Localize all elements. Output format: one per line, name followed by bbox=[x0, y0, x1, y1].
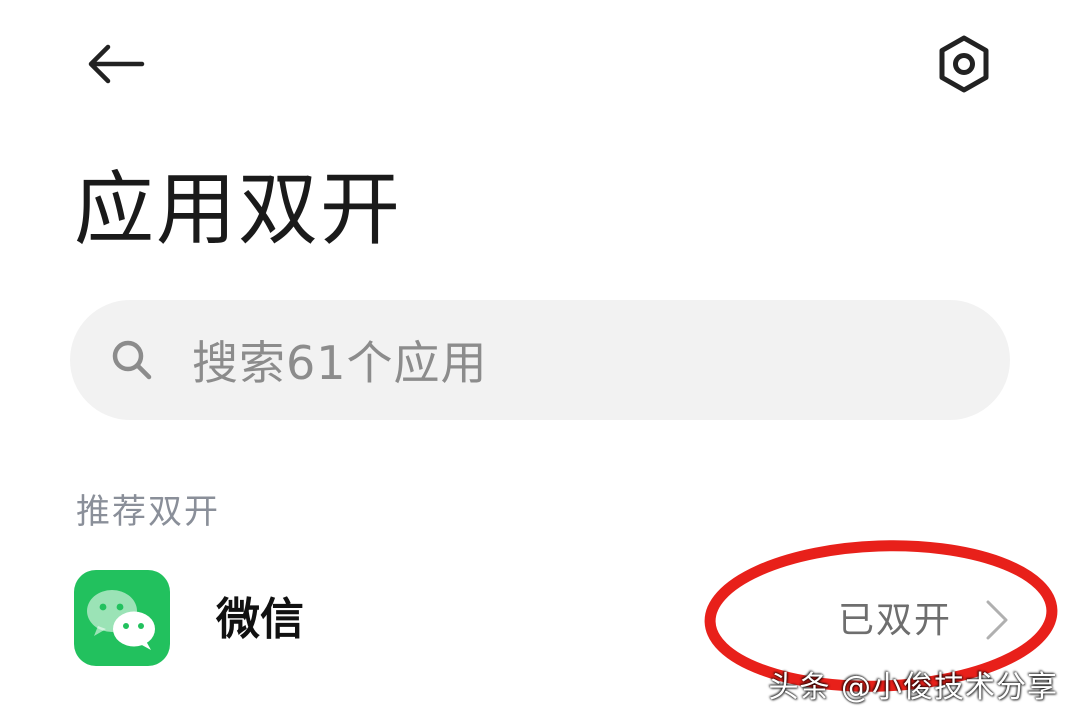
settings-button[interactable] bbox=[928, 32, 1000, 96]
app-status: 已双开 bbox=[838, 600, 953, 641]
section-header-recommended: 推荐双开 bbox=[76, 492, 220, 532]
search-input[interactable]: 搜索61个应用 bbox=[70, 300, 1010, 420]
wechat-icon bbox=[74, 570, 170, 666]
chevron-right-icon bbox=[986, 600, 1008, 640]
back-button[interactable] bbox=[80, 34, 152, 94]
arrow-left-icon bbox=[88, 44, 145, 84]
search-placeholder: 搜索61个应用 bbox=[192, 336, 488, 390]
app-twin-page: 应用双开 搜索61个应用 推荐双开 微信 已双开 头条 @小俊技术分享 bbox=[0, 0, 1080, 718]
page-title: 应用双开 bbox=[74, 163, 402, 256]
search-icon bbox=[108, 336, 156, 384]
app-name: 微信 bbox=[216, 594, 304, 645]
hexagon-gear-icon bbox=[939, 35, 989, 93]
watermark: 头条 @小俊技术分享 bbox=[768, 670, 1058, 705]
